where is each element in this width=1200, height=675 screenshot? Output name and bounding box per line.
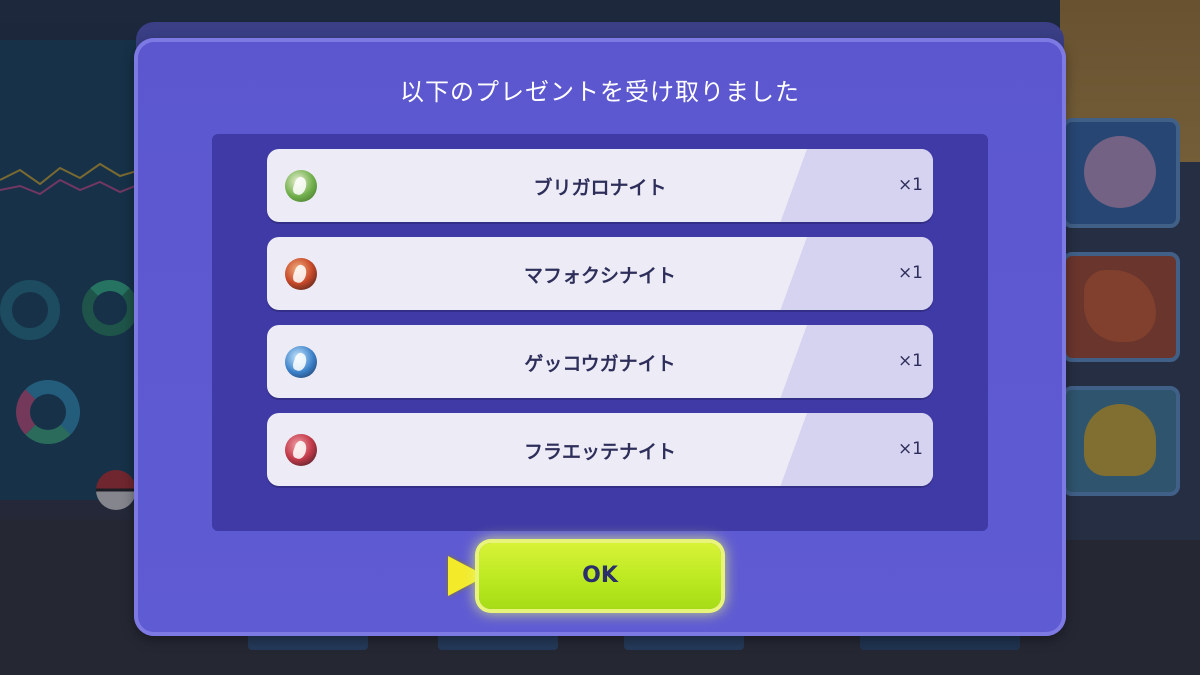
item-quantity: ×1 [897, 175, 923, 195]
received-item-row: ゲッコウガナイト ×1 [267, 325, 933, 398]
received-item-row: マフォクシナイト ×1 [267, 237, 933, 310]
item-quantity: ×1 [897, 439, 923, 459]
item-quantity: ×1 [897, 351, 923, 371]
item-quantity: ×1 [897, 263, 923, 283]
received-item-row: ブリガロナイト ×1 [267, 149, 933, 222]
received-item-row: フラエッテナイト ×1 [267, 413, 933, 486]
item-name: ブリガロナイト [533, 177, 667, 199]
item-name: マフォクシナイト [523, 265, 676, 287]
item-name: フラエッテナイト [523, 441, 676, 463]
ok-button[interactable]: OK [479, 543, 721, 609]
ok-button-label: OK [582, 563, 618, 588]
item-name: ゲッコウガナイト [524, 353, 676, 375]
dialog-title: 以下のプレゼントを受け取りました [400, 78, 800, 106]
